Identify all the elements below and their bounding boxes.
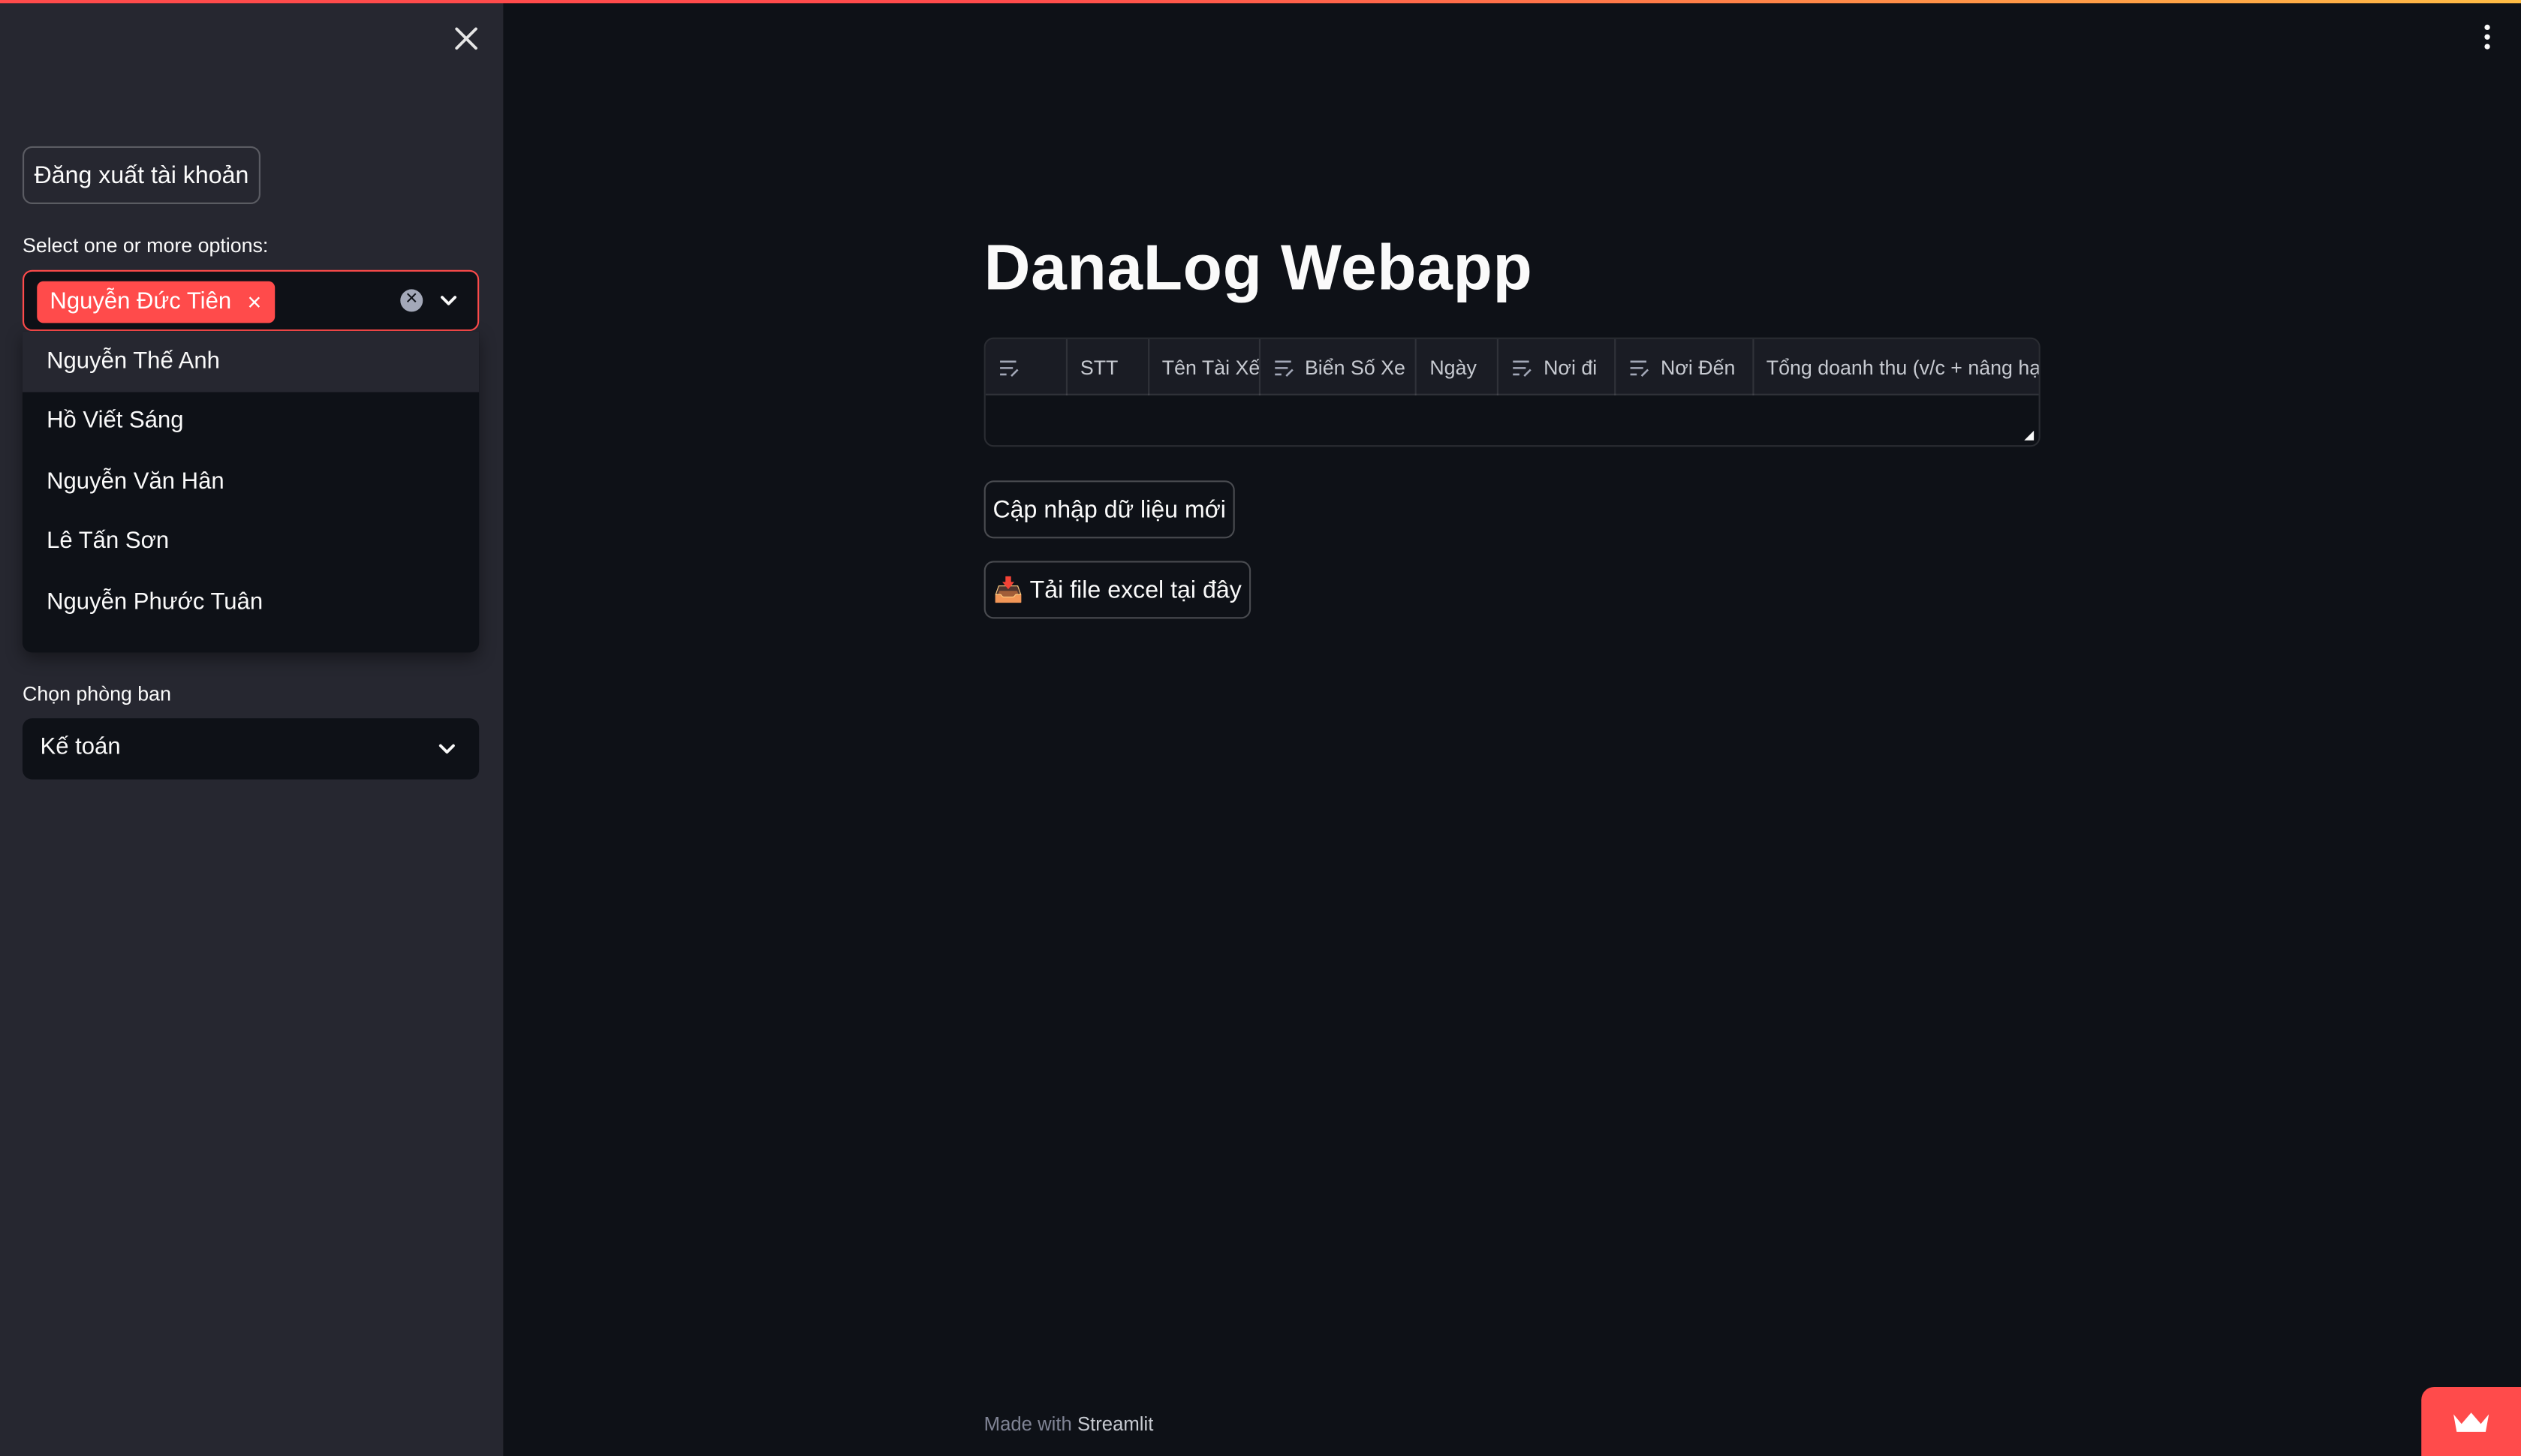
logout-button[interactable]: Đăng xuất tài khoản	[22, 146, 261, 204]
department-select-value: Kế toán	[40, 734, 121, 760]
dropdown-option[interactable]: Nguyễn Văn Hân	[23, 452, 479, 512]
clear-all-icon[interactable]: ✕	[400, 289, 423, 312]
dropdown-option[interactable]: Nguyễn Thế Anh	[22, 331, 480, 392]
app-root: Đăng xuất tài khoản Select one or more o…	[0, 0, 2521, 1456]
text-column-icon	[1274, 359, 1293, 376]
download-excel-button[interactable]: 📥 Tải file excel tại đây	[983, 561, 1251, 619]
footer: Made with Streamlit	[984, 1412, 1154, 1435]
download-button-label: Tải file excel tại đây	[1029, 576, 1242, 604]
update-data-button[interactable]: Cập nhập dữ liệu mới	[983, 480, 1235, 539]
column-header[interactable]: STT	[1068, 338, 1149, 396]
footer-prefix: Made with	[983, 1412, 1077, 1436]
chevron-down-icon	[438, 744, 455, 754]
text-column-icon	[1000, 359, 1019, 376]
column-header-label: Biển Số Xe	[1304, 356, 1405, 379]
close-sidebar-icon[interactable]	[450, 23, 483, 55]
column-header[interactable]: Tên Tài Xế	[1149, 338, 1260, 396]
dropdown-option[interactable]: Lê Tấn Sơn	[23, 512, 479, 572]
page-title: DanaLog Webapp	[983, 233, 1533, 304]
footer-brand-link[interactable]: Streamlit	[1077, 1412, 1153, 1435]
employee-multiselect[interactable]: Nguyễn Đức Tiên × ✕	[22, 269, 480, 332]
streamlit-badge[interactable]	[2421, 1386, 2521, 1456]
column-header-label: Nơi đi	[1544, 356, 1598, 379]
chevron-down-icon[interactable]	[438, 289, 460, 311]
main-menu-icon[interactable]	[2476, 20, 2498, 55]
resize-handle[interactable]	[2024, 430, 2035, 441]
column-header-label: Nơi Đến	[1660, 356, 1736, 379]
table-header: STT Tên Tài Xế Biển Số Xe Ngày Nơi đi Nơ…	[985, 338, 2039, 396]
column-header-noi-den[interactable]: Nơi Đến	[1616, 338, 1754, 396]
column-header[interactable]: Ngày	[1417, 338, 1499, 396]
text-column-icon	[1630, 359, 1649, 376]
column-header-bien-so[interactable]: Biển Số Xe	[1260, 338, 1417, 396]
department-label: Chọn phòng ban	[22, 683, 171, 706]
multiselect-label: Select one or more options:	[22, 234, 269, 257]
download-icon: 📥	[993, 576, 1024, 605]
tag-remove-icon[interactable]: ×	[248, 288, 262, 315]
text-column-icon	[1513, 359, 1532, 376]
sidebar: Đăng xuất tài khoản Select one or more o…	[0, 0, 504, 1456]
dropdown-option[interactable]: Hồ Viết Sáng	[23, 391, 479, 451]
data-table[interactable]: STT Tên Tài Xế Biển Số Xe Ngày Nơi đi Nơ…	[983, 337, 2041, 447]
column-header-noi-di[interactable]: Nơi đi	[1498, 338, 1616, 396]
selected-tag[interactable]: Nguyễn Đức Tiên ×	[37, 281, 275, 323]
top-decoration-bar	[0, 0, 2521, 4]
department-select[interactable]: Kế toán	[22, 718, 480, 780]
selected-tag-label: Nguyễn Đức Tiên	[50, 289, 232, 315]
column-header[interactable]: Tổng doanh thu (v/c + nâng hạ	[1754, 339, 2039, 396]
crown-icon	[2453, 1412, 2489, 1431]
row-marker-column[interactable]	[986, 338, 1068, 396]
multiselect-dropdown: Nguyễn Thế Anh Hồ Viết Sáng Nguyễn Văn H…	[22, 331, 480, 653]
dropdown-option[interactable]: Nguyễn Phước Tuân	[23, 572, 479, 632]
